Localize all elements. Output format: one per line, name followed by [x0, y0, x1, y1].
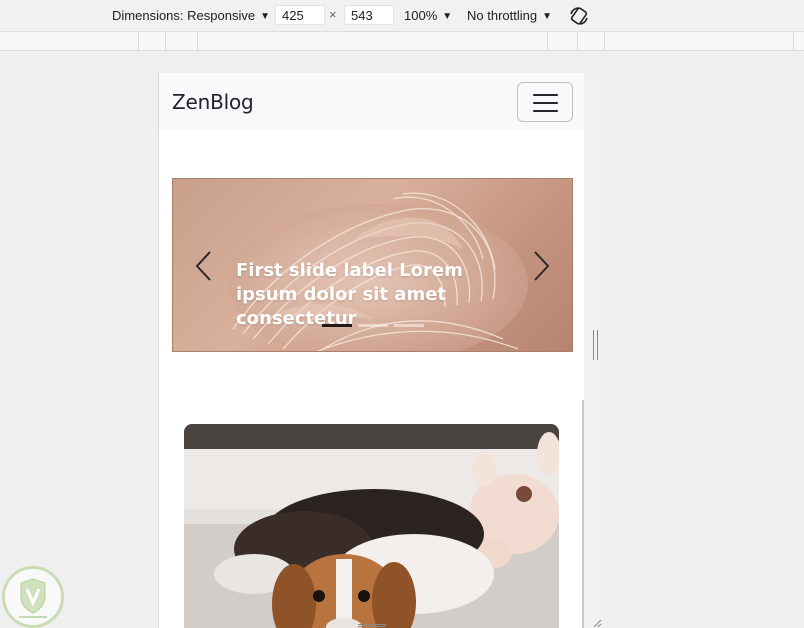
caret-down-icon: ▼: [542, 11, 552, 22]
brand-logo[interactable]: ZenBlog: [172, 90, 254, 114]
carousel-next-button[interactable]: [530, 249, 552, 283]
beagle-puppy-image: [184, 424, 559, 628]
carousel-prev-button[interactable]: [193, 249, 215, 283]
device-toolbar: Dimensions: Responsive ▼ × 100% ▼ No throt…: [0, 0, 804, 31]
media-query-ruler: [0, 31, 804, 51]
zoom-dropdown[interactable]: 100% ▼: [404, 8, 452, 23]
zoom-label: 100%: [404, 8, 438, 23]
device-viewport: ZenBlog First slide label Lorem ipsum do…: [158, 73, 584, 628]
post-card-image[interactable]: [184, 424, 559, 628]
hero-carousel: First slide label Lorem ipsum dolor sit …: [172, 178, 573, 352]
carousel-indicators: [322, 324, 424, 327]
viewport-scrollbar[interactable]: [582, 400, 584, 628]
caret-down-icon: ▼: [442, 11, 453, 22]
throttling-label: No throttling: [467, 8, 538, 23]
hamburger-icon: [533, 102, 558, 104]
bottom-resize-handle[interactable]: [358, 624, 386, 627]
hamburger-icon: [533, 94, 558, 96]
caret-down-icon: ▼: [260, 11, 270, 22]
dimensions-dropdown[interactable]: Dimensions: Responsive ▼: [112, 8, 270, 23]
navbar: ZenBlog: [159, 73, 584, 130]
hamburger-icon: [533, 110, 558, 112]
height-input[interactable]: [344, 5, 394, 25]
watermark-logo: [2, 566, 64, 628]
slide-caption: First slide label Lorem ipsum dolor sit …: [236, 260, 463, 329]
carousel-indicator[interactable]: [394, 324, 424, 327]
carousel-indicator[interactable]: [358, 324, 388, 327]
corner-resize-handle[interactable]: [592, 618, 602, 628]
times-sign: ×: [329, 7, 337, 22]
right-resize-handle[interactable]: [593, 330, 598, 360]
width-input[interactable]: [275, 5, 325, 25]
navbar-toggler-button[interactable]: [517, 82, 573, 122]
carousel-indicator[interactable]: [322, 324, 352, 327]
dimensions-label: Dimensions: Responsive: [112, 8, 256, 23]
shield-icon: [19, 578, 47, 618]
rotate-icon[interactable]: [568, 5, 590, 27]
throttling-dropdown[interactable]: No throttling ▼: [467, 8, 552, 23]
